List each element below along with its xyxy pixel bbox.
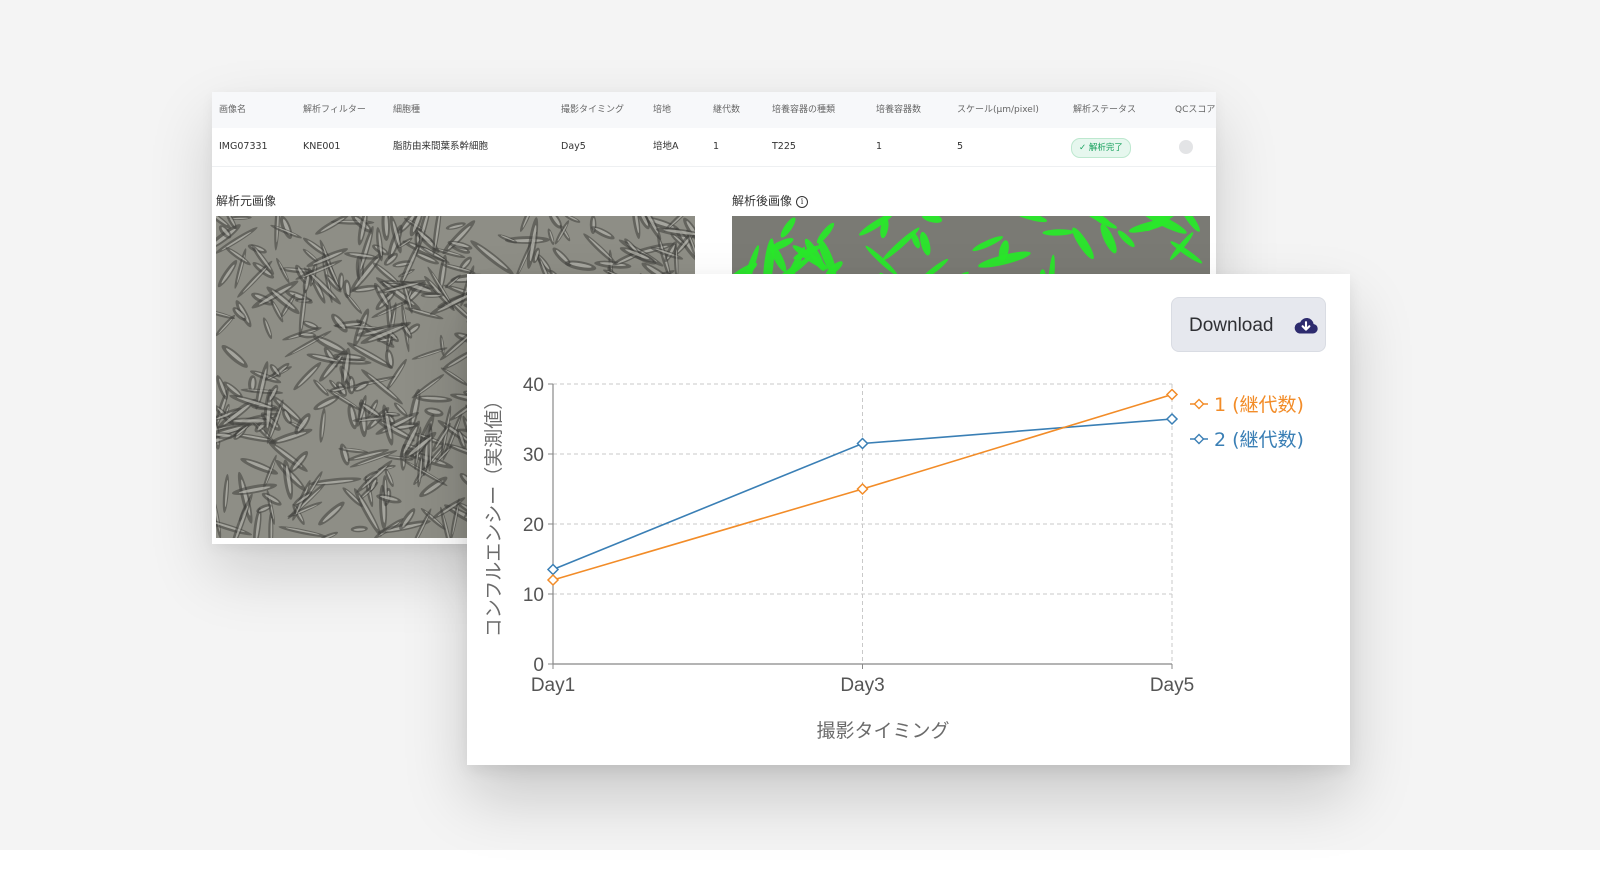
legend-item-label[interactable]: 2 (継代数) (1214, 429, 1304, 451)
x-axis-title: 撮影タイミング (816, 720, 949, 742)
chart-legend[interactable]: 1 (継代数) 2 (継代数) (1190, 394, 1304, 451)
x-tick-label: Day3 (840, 675, 884, 696)
cell-timing: Day5 (561, 141, 586, 152)
cell-vessel-type: T225 (772, 141, 796, 152)
cell-cell-type: 脂肪由来間葉系幹細胞 (393, 141, 489, 152)
info-icon[interactable]: i (796, 196, 809, 208)
series-1-point[interactable] (1165, 388, 1179, 401)
status-badge: ✓ 解析完了 (1071, 138, 1131, 158)
series-2-point[interactable] (856, 437, 869, 450)
x-tick-label: Day1 (531, 675, 575, 696)
col-vessel-count: 培養容器数 (876, 105, 922, 115)
chart-axes: 0 10 20 30 40 Day1 Day3 Day5 (523, 375, 1194, 696)
col-scale: スケール(μm/pixel) (957, 105, 1039, 115)
series-1-point[interactable] (856, 482, 869, 496)
col-timing: 撮影タイミング (561, 105, 625, 115)
y-tick-label: 10 (523, 585, 544, 606)
col-cell-type: 細胞種 (393, 105, 421, 115)
series-2-point[interactable] (1165, 412, 1179, 426)
col-vessel-type: 培養容器の種類 (772, 105, 836, 115)
cell-scale: 5 (957, 141, 964, 152)
y-tick-label: 0 (533, 655, 544, 676)
cell-vessel-count: 1 (876, 141, 883, 152)
cell-medium: 培地A (653, 141, 679, 152)
series-1-point[interactable] (546, 573, 560, 587)
confluency-line-chart: 0 10 20 30 40 Day1 Day3 Day5 1 (継代数) 2 (継代数) コンフ… (483, 375, 1304, 742)
y-tick-label: 30 (523, 445, 544, 466)
page-background-band (0, 850, 1600, 887)
legend-swatch-marker (1193, 433, 1205, 445)
y-tick-label: 40 (523, 375, 544, 396)
legend-swatch-marker (1193, 398, 1205, 410)
confluency-chart-panel: Download 0 10 20 30 40 Day1 Day3 Day5 1 (継代数) 2 … (467, 274, 1350, 765)
analyzed-image-label: 解析後画像 i (732, 192, 809, 209)
x-tick-label: Day5 (1150, 675, 1194, 696)
col-passage: 継代数 (713, 105, 741, 115)
series-2-point[interactable] (546, 563, 560, 576)
table-row[interactable]: IMG07331 KNE001 脂肪由来間葉系幹細胞 Day5 培地A 1 T2… (212, 128, 1216, 167)
qc-score-indicator (1179, 140, 1193, 154)
col-filter: 解析フィルター (303, 105, 366, 115)
cell-image-name: IMG07331 (219, 141, 268, 152)
cell-passage: 1 (713, 141, 720, 152)
cell-filter: KNE001 (303, 141, 341, 152)
col-image-name: 画像名 (219, 105, 247, 115)
original-image-label: 解析元画像 (216, 194, 277, 208)
y-tick-label: 20 (523, 515, 544, 536)
table-header: 画像名 解析フィルター 細胞種 撮影タイミング 培地 継代数 培養容器の種類 培… (212, 92, 1216, 128)
y-axis-title: コンフルエンシー（実測値） (483, 391, 505, 637)
col-status: 解析ステータス (1073, 105, 1137, 115)
col-qc-score: QCスコア (1175, 105, 1216, 115)
col-medium: 培地 (653, 105, 672, 115)
legend-item-label[interactable]: 1 (継代数) (1214, 394, 1304, 416)
